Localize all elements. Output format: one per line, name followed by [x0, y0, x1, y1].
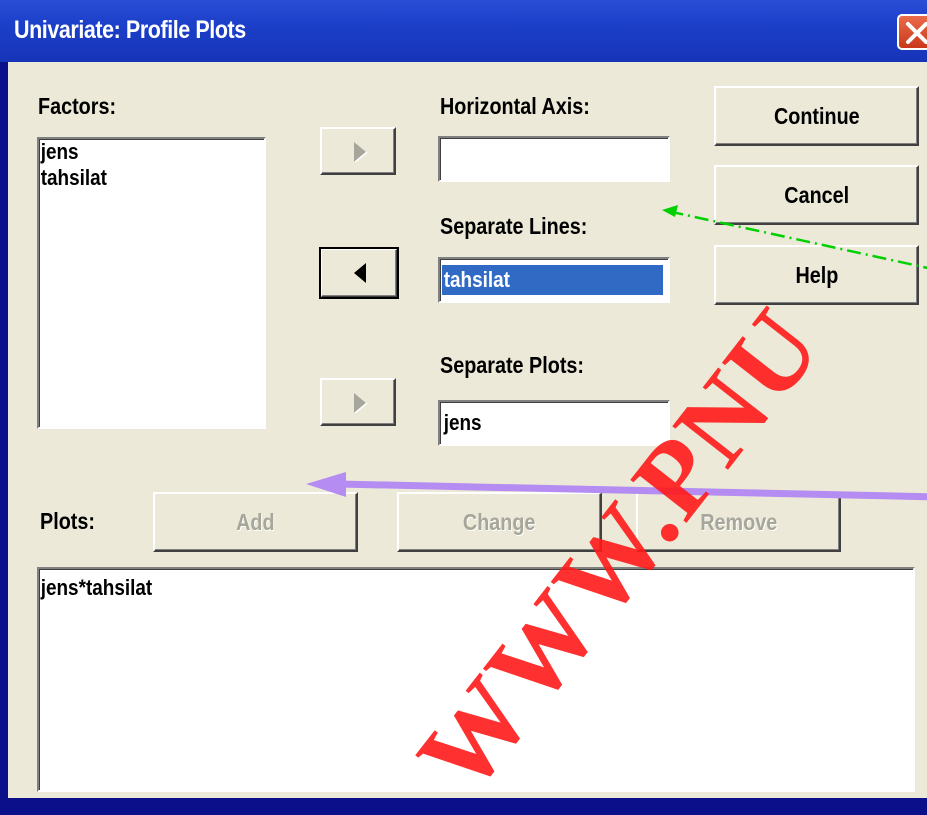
close-x-icon — [906, 22, 927, 44]
horizontal-axis-value — [442, 144, 635, 174]
horizontal-axis-label: Horizontal Axis: — [440, 93, 590, 119]
close-button[interactable] — [897, 14, 927, 50]
dialog-body: Factors: jens tahsilat Horizontal Axis: — [8, 62, 927, 798]
plots-label: Plots: — [40, 508, 95, 534]
factors-listbox[interactable]: jens tahsilat — [37, 137, 266, 429]
move-to-horizontal-axis-button[interactable] — [320, 127, 396, 175]
continue-label: Continue — [773, 102, 860, 129]
triangle-right-icon — [354, 142, 368, 163]
continue-button[interactable]: Continue — [714, 86, 919, 146]
title-bar[interactable]: Univariate: Profile Plots — [0, 0, 927, 62]
triangle-right-icon — [354, 393, 368, 414]
add-button[interactable]: Add — [153, 492, 358, 552]
plot-item[interactable]: jens*tahsilat — [39, 575, 791, 601]
factor-item[interactable]: tahsilat — [39, 165, 233, 191]
factor-item[interactable]: jens — [39, 139, 233, 165]
separate-plots-field[interactable]: jens — [438, 400, 670, 446]
separate-lines-value: tahsilat — [442, 265, 664, 295]
move-from-separate-lines-button[interactable] — [319, 247, 399, 299]
cancel-label: Cancel — [784, 181, 849, 208]
plots-listbox[interactable]: jens*tahsilat — [37, 567, 915, 792]
remove-label: Remove — [700, 508, 777, 535]
profile-plots-dialog: Univariate: Profile Plots Factors: jens … — [0, 0, 927, 815]
separate-plots-value: jens — [443, 410, 482, 435]
window-title: Univariate: Profile Plots — [14, 16, 246, 44]
move-to-separate-plots-button[interactable] — [320, 378, 396, 426]
help-label: Help — [795, 261, 838, 288]
help-button[interactable]: Help — [714, 245, 919, 305]
change-label: Change — [463, 508, 536, 535]
separate-lines-field[interactable]: tahsilat — [438, 257, 670, 303]
add-label: Add — [236, 508, 275, 535]
separate-lines-label: Separate Lines: — [440, 213, 588, 239]
change-button[interactable]: Change — [397, 492, 602, 552]
cancel-button[interactable]: Cancel — [714, 165, 919, 225]
horizontal-axis-field[interactable] — [438, 136, 670, 182]
separate-plots-label: Separate Plots: — [440, 352, 585, 378]
remove-button[interactable]: Remove — [636, 492, 841, 552]
triangle-left-icon — [354, 263, 366, 283]
factors-label: Factors: — [38, 93, 117, 119]
window-bottom-border — [0, 798, 927, 815]
